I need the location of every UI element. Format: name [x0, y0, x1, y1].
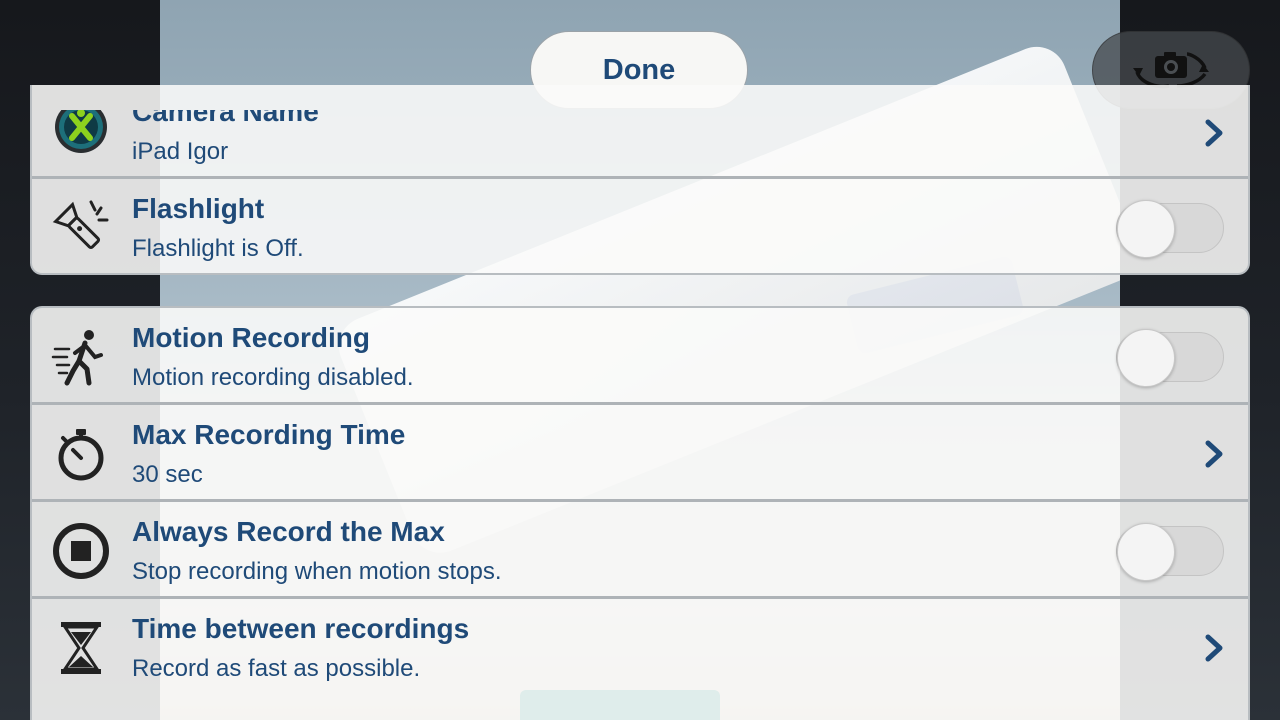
motion-recording-toggle[interactable] [1116, 329, 1224, 387]
flashlight-toggle[interactable] [1116, 200, 1224, 258]
max-recording-time-row[interactable]: Max Recording Time 30 sec [32, 405, 1248, 502]
flashlight-icon [50, 197, 112, 259]
row-subtitle: iPad Igor [132, 138, 229, 165]
chevron-right-icon [1205, 634, 1223, 662]
row-subtitle: Flashlight is Off. [132, 235, 304, 262]
toggle-knob [1117, 329, 1175, 387]
camera-name-row[interactable]: Camera Name iPad Igor [32, 110, 1248, 179]
row-title: Always Record the Max [132, 516, 445, 547]
row-title: Motion Recording [132, 322, 370, 353]
row-subtitle: 30 sec [132, 461, 203, 488]
row-subtitle: Record as fast as possible. [132, 655, 421, 682]
time-between-recordings-row[interactable]: Time between recordings Record as fast a… [32, 599, 1248, 696]
row-title: Time between recordings [132, 613, 470, 644]
stopwatch-icon [50, 423, 112, 485]
toggle-knob [1117, 523, 1175, 581]
camera-app-icon [50, 110, 112, 158]
hourglass-icon [50, 617, 112, 679]
running-person-icon [50, 326, 112, 388]
row-subtitle: Stop recording when motion stops. [132, 558, 502, 585]
settings-group-camera: Camera Name iPad Igor Flashlight Flashli… [30, 85, 1250, 275]
motion-recording-row: Motion Recording Motion recording disabl… [32, 308, 1248, 405]
settings-group-recording: Motion Recording Motion recording disabl… [30, 306, 1250, 720]
stop-circle-icon [50, 520, 112, 582]
toggle-knob [1117, 200, 1175, 258]
row-title: Max Recording Time [132, 419, 406, 450]
always-record-max-row: Always Record the Max Stop recording whe… [32, 502, 1248, 599]
row-subtitle: Motion recording disabled. [132, 364, 414, 391]
always-record-max-toggle[interactable] [1116, 523, 1224, 581]
flashlight-row: Flashlight Flashlight is Off. [32, 179, 1248, 273]
row-title: Camera Name [132, 110, 319, 127]
chevron-right-icon [1205, 119, 1223, 147]
row-title: Flashlight [132, 193, 265, 224]
chevron-right-icon [1205, 440, 1223, 468]
